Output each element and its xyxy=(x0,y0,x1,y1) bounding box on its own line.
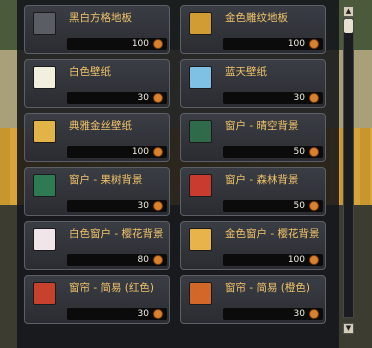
item-name: 金色雕纹地板 xyxy=(225,12,288,24)
item-price: 100 xyxy=(287,255,305,265)
coin-icon xyxy=(309,39,319,49)
shop-item-card[interactable]: 窗帘 - 简易 (橙色) 30 xyxy=(180,275,326,324)
price-bar: 30 xyxy=(67,308,167,320)
item-name: 黑白方格地板 xyxy=(69,12,132,24)
coin-icon xyxy=(153,309,163,319)
item-name: 金色窗户 - 樱花背景 xyxy=(225,228,320,240)
item-price: 30 xyxy=(137,201,149,211)
window-sky-icon xyxy=(189,120,212,143)
price-bar: 30 xyxy=(67,200,167,212)
scroll-up-button[interactable]: ▲ xyxy=(343,6,354,17)
item-name: 窗户 - 森林背景 xyxy=(225,174,299,186)
shop-item-card[interactable]: 窗户 - 森林背景 50 xyxy=(180,167,326,216)
item-price: 30 xyxy=(137,309,149,319)
scrollbar-track[interactable] xyxy=(343,18,354,318)
coin-icon xyxy=(153,255,163,265)
item-price: 50 xyxy=(293,147,305,157)
shop-item-card[interactable]: 白色窗户 - 樱花背景 80 xyxy=(24,221,170,270)
shop-item-card[interactable]: 典雅金丝壁纸 100 xyxy=(24,113,170,162)
item-price: 100 xyxy=(287,39,305,49)
item-price: 50 xyxy=(293,201,305,211)
price-bar: 50 xyxy=(223,200,323,212)
shop-item-card[interactable]: 蓝天壁纸 30 xyxy=(180,59,326,108)
coin-icon xyxy=(309,93,319,103)
item-name: 窗户 - 晴空背景 xyxy=(225,120,299,132)
price-bar: 80 xyxy=(67,254,167,266)
sky-wallpaper-icon xyxy=(189,66,212,89)
window-fruit-tree-icon xyxy=(33,174,56,197)
shop-item-card[interactable]: 黑白方格地板 100 xyxy=(24,5,170,54)
gold-wallpaper-icon xyxy=(33,120,56,143)
item-name: 窗帘 - 简易 (橙色) xyxy=(225,282,310,294)
shop-item-card[interactable]: 金色窗户 - 樱花背景 100 xyxy=(180,221,326,270)
item-name: 蓝天壁纸 xyxy=(225,66,267,78)
shop-item-card[interactable]: 金色雕纹地板 100 xyxy=(180,5,326,54)
item-price: 30 xyxy=(293,309,305,319)
price-bar: 50 xyxy=(223,146,323,158)
window-forest-icon xyxy=(189,174,212,197)
white-wallpaper-icon xyxy=(33,66,56,89)
shop-item-card[interactable]: 窗户 - 晴空背景 50 xyxy=(180,113,326,162)
item-price: 30 xyxy=(137,93,149,103)
coin-icon xyxy=(153,93,163,103)
coin-icon xyxy=(309,309,319,319)
item-name: 白色壁纸 xyxy=(69,66,111,78)
price-bar: 100 xyxy=(223,254,323,266)
scrollbar-thumb[interactable] xyxy=(344,19,353,33)
price-bar: 30 xyxy=(223,308,323,320)
item-price: 30 xyxy=(293,93,305,103)
item-name: 窗帘 - 简易 (红色) xyxy=(69,282,154,294)
item-name: 窗户 - 果树背景 xyxy=(69,174,143,186)
price-bar: 30 xyxy=(67,92,167,104)
gold-floor-icon xyxy=(189,12,212,35)
orange-curtain-icon xyxy=(189,282,212,305)
red-curtain-icon xyxy=(33,282,56,305)
coin-icon xyxy=(309,147,319,157)
price-bar: 100 xyxy=(223,38,323,50)
price-bar: 100 xyxy=(67,146,167,158)
coin-icon xyxy=(309,201,319,211)
coin-icon xyxy=(153,201,163,211)
price-bar: 30 xyxy=(223,92,323,104)
item-name: 典雅金丝壁纸 xyxy=(69,120,132,132)
shop-item-card[interactable]: 窗户 - 果树背景 30 xyxy=(24,167,170,216)
item-price: 100 xyxy=(131,147,149,157)
scroll-down-button[interactable]: ▼ xyxy=(343,323,354,334)
gold-window-sakura-icon xyxy=(189,228,212,251)
item-price: 80 xyxy=(137,255,149,265)
coin-icon xyxy=(309,255,319,265)
coin-icon xyxy=(153,147,163,157)
item-name: 白色窗户 - 樱花背景 xyxy=(69,228,164,240)
price-bar: 100 xyxy=(67,38,167,50)
checker-floor-icon xyxy=(33,12,56,35)
shop-item-card[interactable]: 窗帘 - 简易 (红色) 30 xyxy=(24,275,170,324)
item-price: 100 xyxy=(131,39,149,49)
white-window-sakura-icon xyxy=(33,228,56,251)
coin-icon xyxy=(153,39,163,49)
shop-item-card[interactable]: 白色壁纸 30 xyxy=(24,59,170,108)
